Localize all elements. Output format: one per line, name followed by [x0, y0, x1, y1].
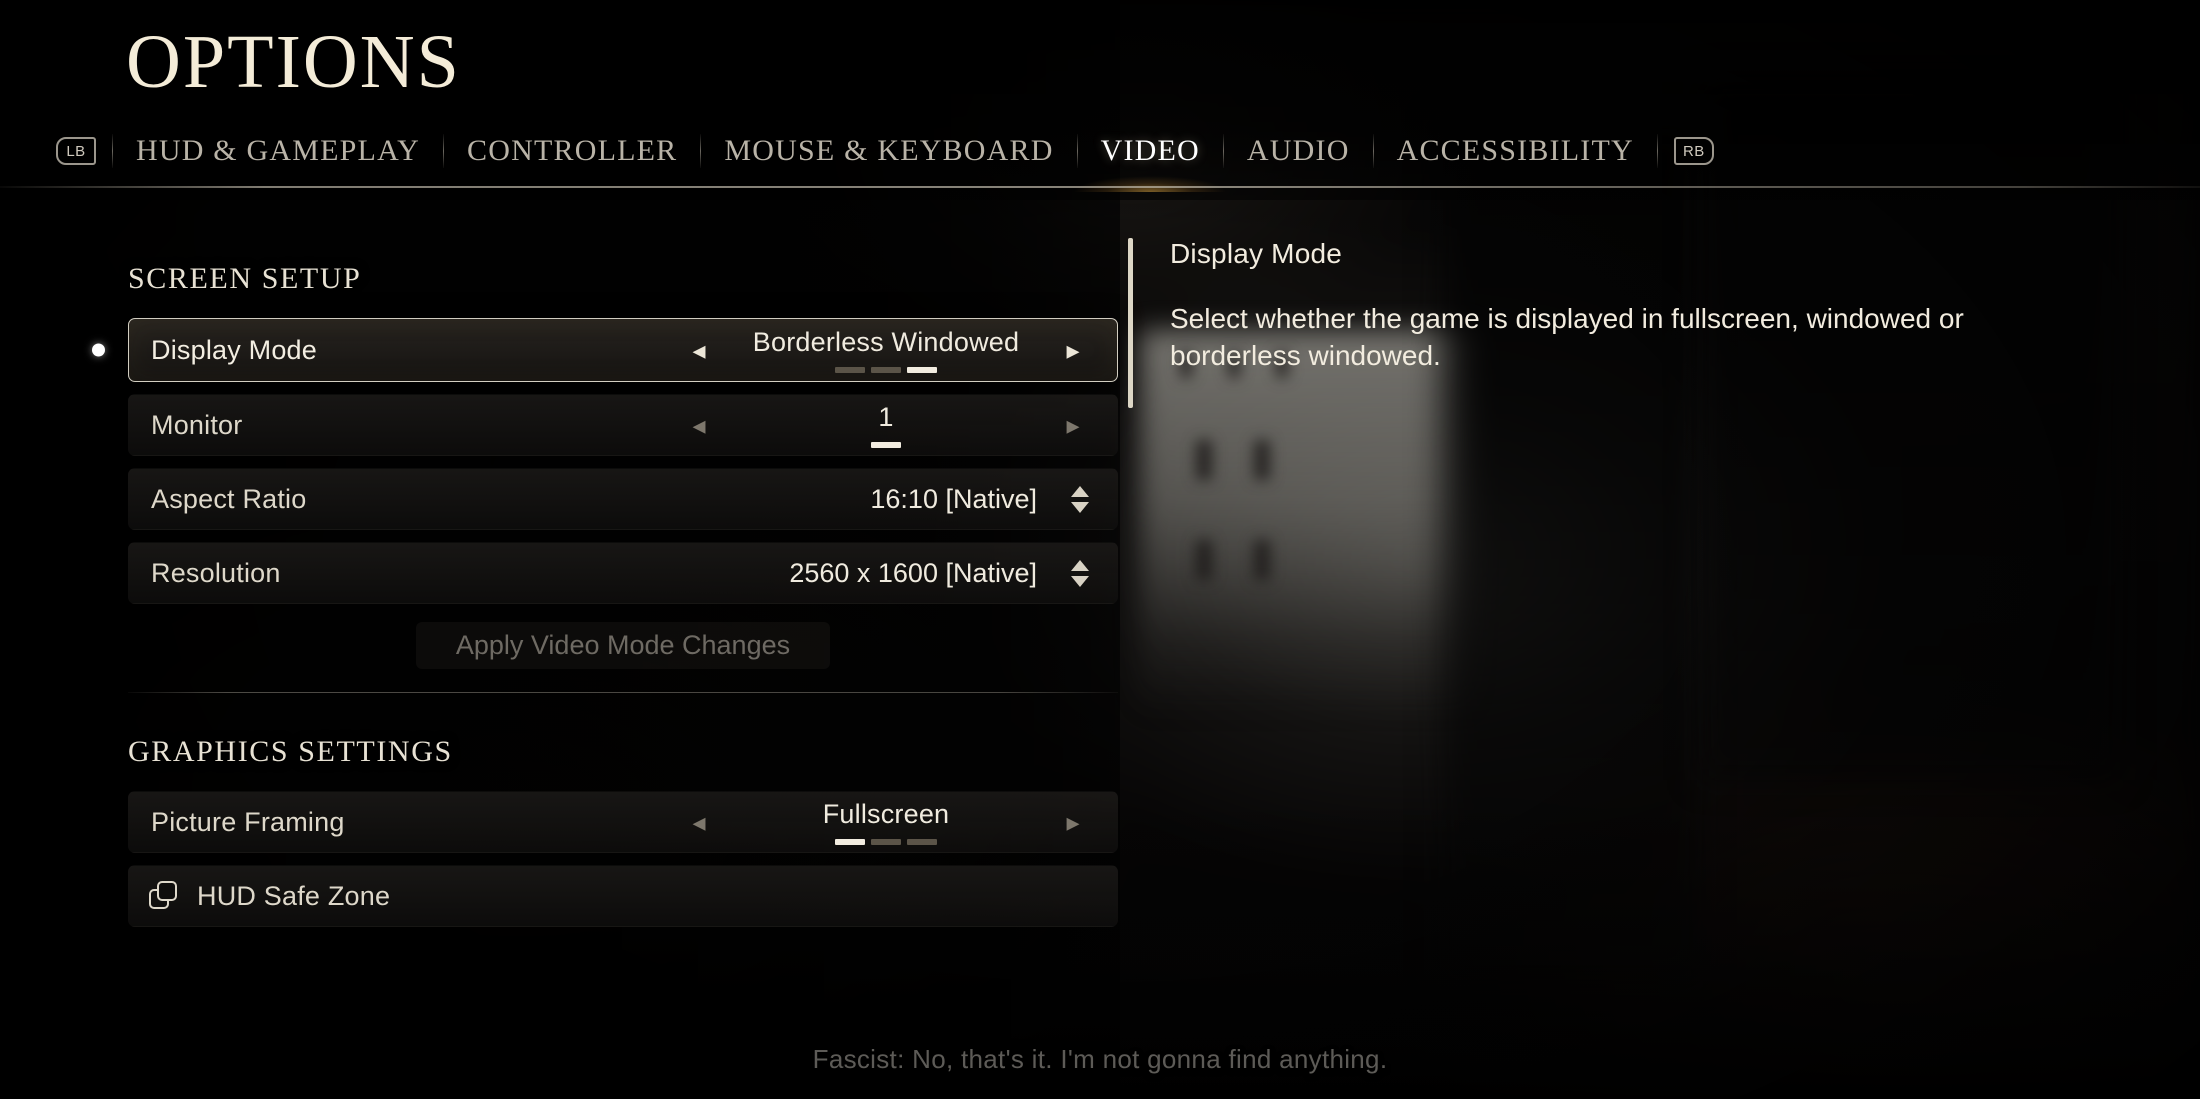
setting-control-display-mode: ◂ Borderless Windowed ▸: [677, 319, 1117, 381]
tab-accessibility[interactable]: ACCESSIBILITY: [1374, 134, 1657, 168]
bumper-lb-icon[interactable]: LB: [56, 137, 96, 165]
subtitle-caption: Fascist: No, that's it. I'm not gonna fi…: [812, 1044, 1388, 1074]
prev-arrow-icon[interactable]: ◂: [677, 337, 721, 363]
safe-zone-frame-front: [157, 881, 177, 901]
tab-bar: LB HUD & GAMEPLAY CONTROLLER MOUSE & KEY…: [56, 128, 1714, 174]
setting-value-monitor: 1: [878, 402, 894, 432]
tab-audio[interactable]: AUDIO: [1224, 134, 1373, 168]
page-title: OPTIONS: [126, 20, 461, 104]
setting-label-picture-framing: Picture Framing: [151, 806, 345, 837]
setting-row-aspect-ratio[interactable]: Aspect Ratio 16:10 [Native]: [128, 468, 1118, 530]
next-arrow-icon[interactable]: ▸: [1051, 412, 1095, 438]
prev-arrow-icon[interactable]: ◂: [677, 809, 721, 835]
apply-video-mode-changes-row: Apply Video Mode Changes: [128, 616, 1118, 674]
prev-arrow-icon[interactable]: ◂: [677, 412, 721, 438]
option-dash-active: [907, 367, 937, 373]
chevron-down-icon[interactable]: [1071, 501, 1089, 513]
tab-controller[interactable]: CONTROLLER: [444, 134, 700, 168]
section-divider: [128, 692, 1118, 693]
chevron-up-icon[interactable]: [1071, 559, 1089, 571]
option-indicator-picture-framing: [835, 839, 937, 845]
option-dash-active: [835, 839, 865, 845]
setting-row-picture-framing[interactable]: Picture Framing ◂ Fullscreen ▸: [128, 791, 1118, 853]
setting-value-picture-framing: Fullscreen: [822, 799, 950, 829]
value-wrap-display-mode: Borderless Windowed: [721, 327, 1051, 373]
setting-row-resolution[interactable]: Resolution 2560 x 1600 [Native]: [128, 542, 1118, 604]
value-wrap-monitor: 1: [721, 402, 1051, 448]
setting-control-aspect-ratio: 16:10 [Native]: [870, 469, 1117, 529]
option-dash: [871, 839, 901, 845]
description-body: Select whether the game is displayed in …: [1170, 303, 1964, 371]
value-wrap-picture-framing: Fullscreen: [721, 799, 1051, 845]
settings-column: SCREEN SETUP Display Mode ◂ Borderless W…: [92, 262, 1118, 939]
setting-label-display-mode: Display Mode: [151, 334, 317, 365]
setting-label-monitor: Monitor: [151, 409, 243, 440]
setting-label-resolution: Resolution: [151, 557, 281, 588]
setting-value-resolution: 2560 x 1600 [Native]: [789, 557, 1037, 588]
tab-separator: [1656, 134, 1658, 168]
description-title: Display Mode: [1170, 238, 1343, 269]
description-accent-bar: [1128, 238, 1133, 408]
setting-control-resolution: 2560 x 1600 [Native]: [789, 543, 1117, 603]
stepper-resolution[interactable]: [1071, 559, 1089, 587]
apply-video-mode-changes-button[interactable]: Apply Video Mode Changes: [415, 621, 831, 669]
option-dash: [907, 839, 937, 845]
header-divider: [0, 186, 2200, 188]
option-dash: [835, 367, 865, 373]
chevron-down-icon[interactable]: [1071, 575, 1089, 587]
chevron-up-icon[interactable]: [1071, 485, 1089, 497]
section-title-screen-setup: SCREEN SETUP: [128, 262, 362, 295]
stepper-aspect-ratio[interactable]: [1071, 485, 1089, 513]
option-dash-active: [871, 442, 901, 448]
setting-row-monitor[interactable]: Monitor ◂ 1 ▸: [128, 394, 1118, 456]
description-panel: Display Mode Select whether the game is …: [1128, 238, 2058, 408]
setting-value-aspect-ratio: 16:10 [Native]: [870, 483, 1037, 514]
setting-row-hud-safe-zone[interactable]: HUD Safe Zone: [128, 865, 1118, 927]
safe-zone-frames-icon: [149, 881, 179, 911]
tab-video[interactable]: VIDEO: [1078, 134, 1223, 168]
options-screen: OPTIONS LB HUD & GAMEPLAY CONTROLLER MOU…: [0, 0, 2200, 1099]
selection-bullet-icon: [92, 343, 105, 357]
setting-label-aspect-ratio: Aspect Ratio: [151, 483, 307, 514]
bumper-rb-icon[interactable]: RB: [1673, 137, 1714, 165]
tab-mouse-and-keyboard[interactable]: MOUSE & KEYBOARD: [701, 134, 1076, 168]
setting-control-picture-framing: ◂ Fullscreen ▸: [677, 792, 1117, 852]
setting-value-display-mode: Borderless Windowed: [752, 327, 1020, 357]
option-indicator-monitor: [871, 442, 901, 448]
next-arrow-icon[interactable]: ▸: [1051, 337, 1095, 363]
next-arrow-icon[interactable]: ▸: [1051, 809, 1095, 835]
setting-row-display-mode[interactable]: Display Mode ◂ Borderless Windowed ▸: [92, 318, 1118, 382]
section-title-graphics-settings: GRAPHICS SETTINGS: [128, 735, 453, 768]
tab-hud-and-gameplay[interactable]: HUD & GAMEPLAY: [113, 134, 443, 168]
setting-control-monitor: ◂ 1 ▸: [677, 395, 1117, 455]
option-dash: [871, 367, 901, 373]
option-indicator-display-mode: [835, 367, 937, 373]
setting-label-hud-safe-zone: HUD Safe Zone: [197, 880, 391, 911]
